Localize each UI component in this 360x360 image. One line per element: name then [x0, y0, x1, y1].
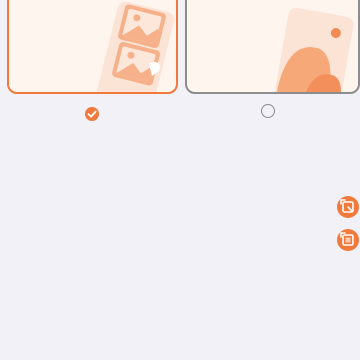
crop-frame-button[interactable]	[337, 229, 359, 251]
layout-option-single-card[interactable]	[185, 0, 360, 94]
crop-frame-icon	[340, 232, 354, 246]
layout-option-single-radio[interactable]	[261, 104, 275, 118]
layout-option-multiple-card[interactable]	[7, 0, 178, 94]
stacked-photos-illustration	[97, 1, 175, 92]
screen	[0, 0, 360, 360]
single-photo-illustration	[274, 7, 354, 92]
crop-select-icon	[340, 199, 354, 213]
crop-select-button[interactable]	[337, 196, 359, 218]
checkmark-icon	[87, 110, 97, 118]
layout-option-multiple-radio[interactable]	[85, 107, 99, 121]
